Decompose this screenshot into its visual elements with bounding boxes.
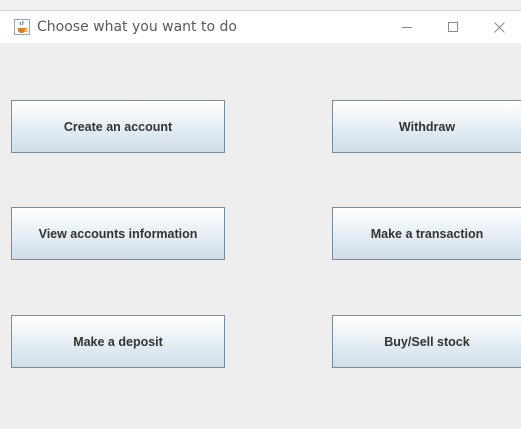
window-title: Choose what you want to do	[37, 19, 237, 35]
buy-sell-stock-label: Buy/Sell stock	[384, 334, 470, 349]
close-button[interactable]	[476, 11, 521, 43]
minimize-button[interactable]	[384, 11, 430, 43]
make-deposit-label: Make a deposit	[73, 334, 163, 349]
create-account-label: Create an account	[63, 119, 173, 134]
close-icon	[493, 21, 505, 33]
minimize-icon	[402, 22, 412, 32]
withdraw-button[interactable]: Withdraw	[332, 100, 521, 153]
view-accounts-label: View accounts information	[38, 226, 198, 241]
withdraw-label: Withdraw	[398, 119, 456, 134]
content-panel: Create an account Withdraw View accounts…	[0, 43, 521, 429]
app-window: Choose what you want to do Create an acc…	[0, 10, 521, 429]
buy-sell-stock-button[interactable]: Buy/Sell stock	[332, 315, 521, 368]
maximize-icon	[448, 22, 458, 32]
view-accounts-button[interactable]: View accounts information	[11, 207, 225, 260]
create-account-button[interactable]: Create an account	[11, 100, 225, 153]
make-transaction-label: Make a transaction	[370, 226, 484, 241]
maximize-button[interactable]	[430, 11, 476, 43]
make-deposit-button[interactable]: Make a deposit	[11, 315, 225, 368]
make-transaction-button[interactable]: Make a transaction	[332, 207, 521, 260]
java-cup-icon	[14, 19, 30, 35]
title-bar[interactable]: Choose what you want to do	[0, 11, 521, 43]
